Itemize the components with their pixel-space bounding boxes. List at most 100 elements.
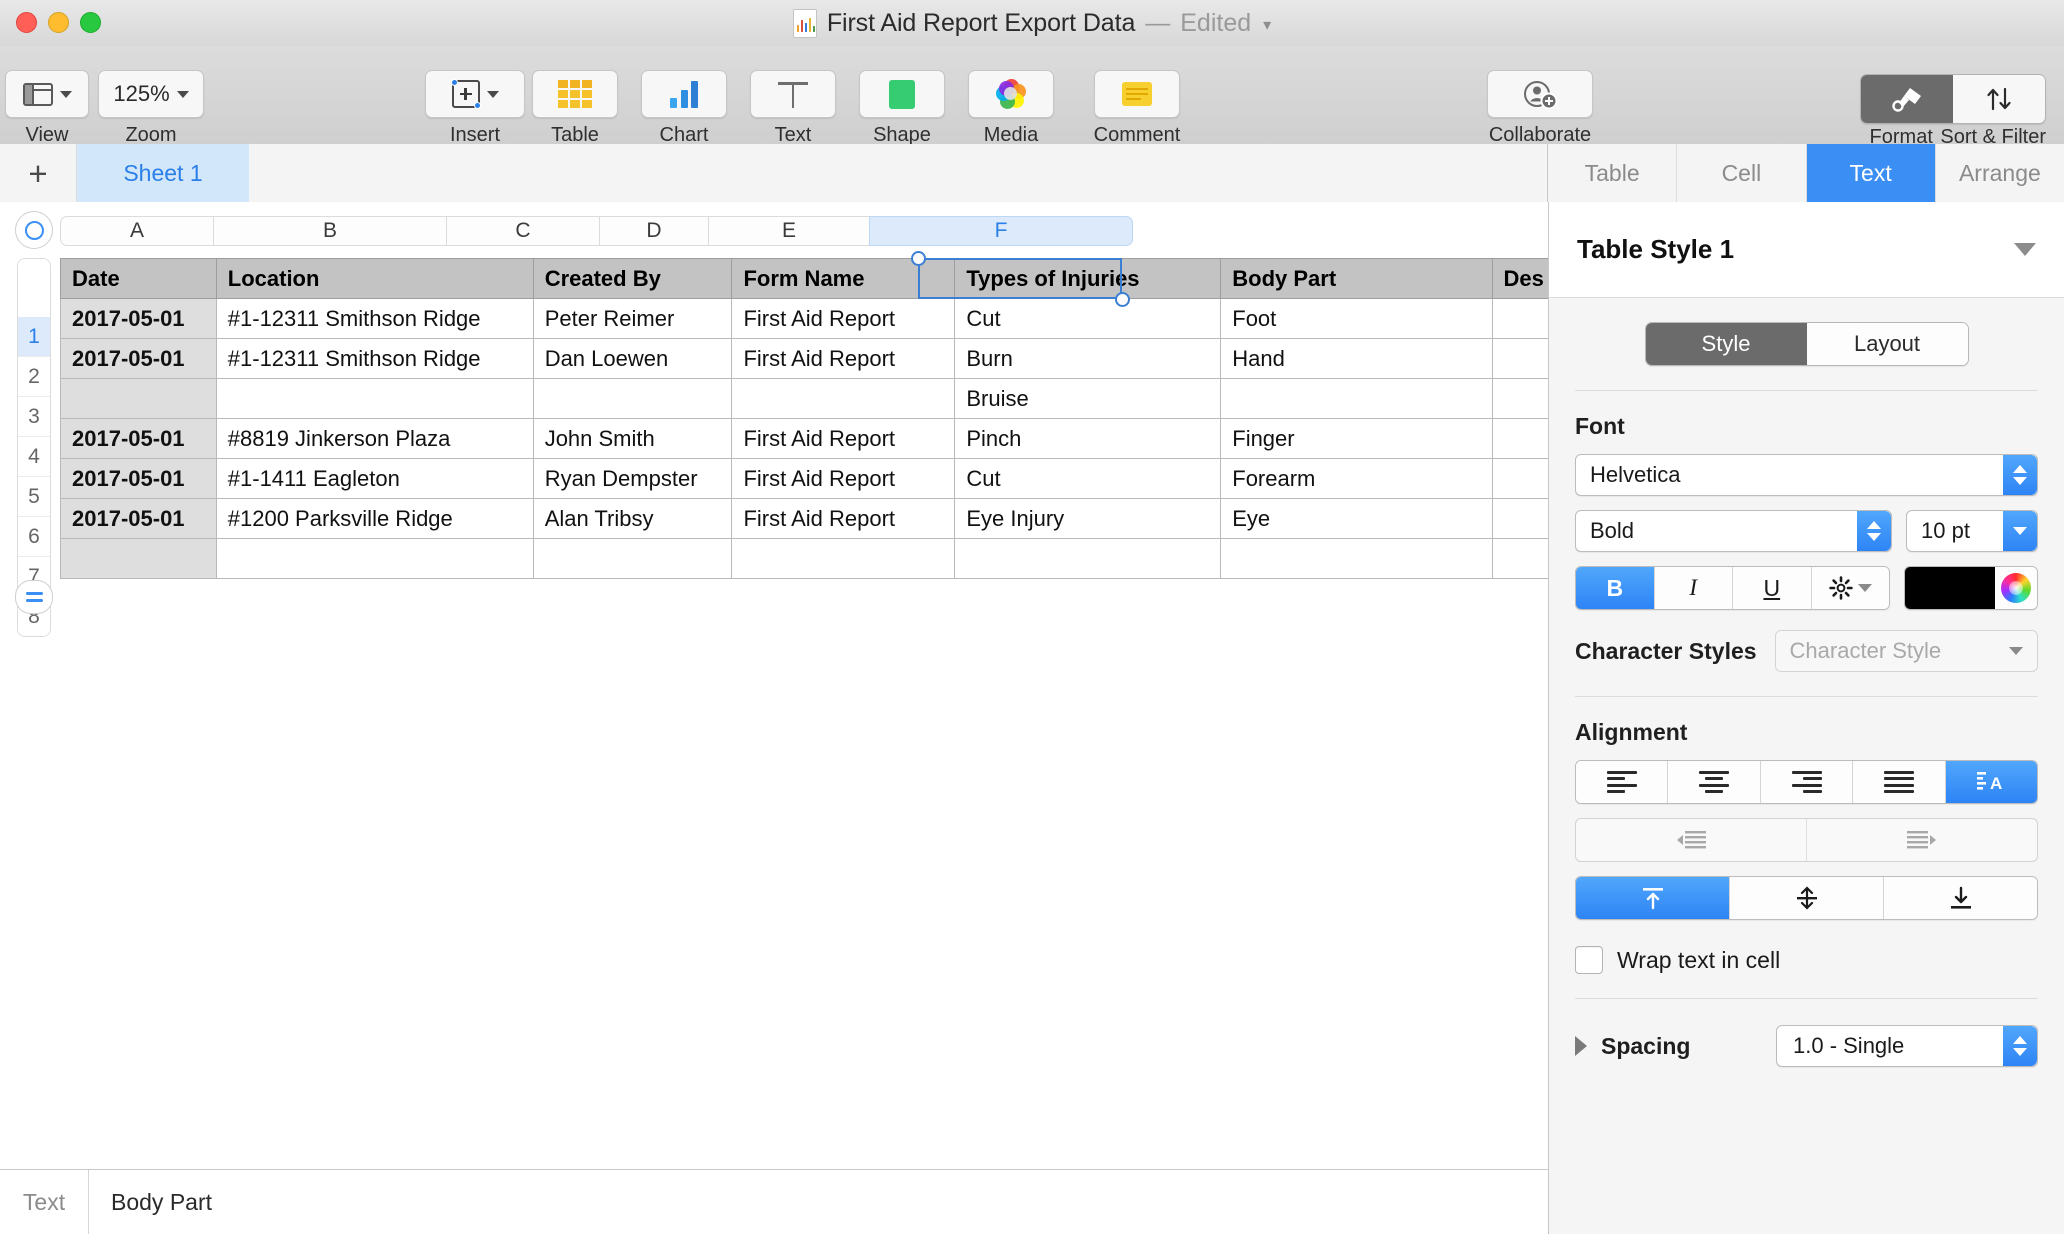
- cell-a2[interactable]: 2017-05-01: [60, 298, 217, 339]
- table-row[interactable]: 2017-05-01 #1200 Parksville Ridge Alan T…: [60, 498, 1548, 539]
- cell-f5[interactable]: Finger: [1220, 418, 1493, 459]
- cell-a6[interactable]: 2017-05-01: [60, 458, 217, 499]
- bold-button[interactable]: B: [1576, 567, 1655, 609]
- wrap-text-row[interactable]: Wrap text in cell: [1575, 946, 2038, 974]
- cell-b4[interactable]: [215, 378, 534, 419]
- underline-button[interactable]: U: [1733, 567, 1812, 609]
- row-header-2[interactable]: 2: [18, 357, 50, 397]
- font-size-select[interactable]: 10 pt: [1906, 510, 2038, 552]
- column-header-c[interactable]: C: [446, 216, 599, 246]
- cell-b8[interactable]: [215, 538, 534, 579]
- cell-e8[interactable]: [954, 538, 1222, 579]
- tab-cell[interactable]: Cell: [1677, 144, 1807, 202]
- cell-e7[interactable]: Eye Injury: [954, 498, 1222, 539]
- cell-c7[interactable]: Alan Tribsy: [532, 498, 733, 539]
- tab-style[interactable]: Style: [1645, 323, 1807, 365]
- align-auto-button[interactable]: A: [1945, 761, 2037, 803]
- row-header-5[interactable]: 5: [18, 477, 50, 517]
- cell-d3[interactable]: First Aid Report: [731, 338, 956, 379]
- tab-text[interactable]: Text: [1806, 144, 1936, 202]
- chart-button[interactable]: Chart: [631, 70, 737, 147]
- table-button[interactable]: Table: [522, 70, 628, 147]
- line-spacing-select[interactable]: 1.0 - Single: [1776, 1025, 2038, 1067]
- tab-table[interactable]: Table: [1548, 144, 1678, 202]
- cell-g3[interactable]: [1491, 338, 1548, 379]
- align-justify-button[interactable]: [1853, 761, 1946, 803]
- column-header-a[interactable]: A: [60, 216, 213, 246]
- column-head-body-part[interactable]: Body Part: [1220, 258, 1493, 299]
- character-style-select[interactable]: Character Style: [1774, 630, 2038, 672]
- row-header-1[interactable]: 1: [18, 317, 50, 357]
- wrap-text-checkbox[interactable]: [1575, 946, 1603, 974]
- cell-a4[interactable]: [60, 378, 217, 419]
- table-row[interactable]: [60, 538, 1548, 579]
- tab-arrange[interactable]: Arrange: [1936, 144, 2064, 202]
- table-row[interactable]: 2017-05-01 #1-12311 Smithson Ridge Dan L…: [60, 338, 1548, 379]
- align-center-button[interactable]: [1668, 761, 1761, 803]
- cell-c2[interactable]: Peter Reimer: [532, 298, 733, 339]
- align-right-button[interactable]: [1760, 761, 1854, 803]
- selection-handle-bottom-right[interactable]: [1115, 292, 1130, 307]
- shape-button[interactable]: Shape: [849, 70, 955, 147]
- cell-e4[interactable]: Bruise: [954, 378, 1222, 419]
- cell-content-field[interactable]: Body Part: [89, 1170, 1548, 1234]
- stepper-icon[interactable]: [1857, 511, 1891, 551]
- italic-button[interactable]: I: [1654, 567, 1733, 609]
- comment-button[interactable]: Comment: [1067, 70, 1207, 147]
- table-select-handle[interactable]: [15, 211, 53, 249]
- cell-a5[interactable]: 2017-05-01: [60, 418, 217, 459]
- cell-f6[interactable]: Forearm: [1220, 458, 1493, 499]
- collaborate-button[interactable]: Collaborate: [1440, 70, 1640, 147]
- chevron-down-icon[interactable]: ▾: [1263, 15, 1271, 35]
- cell-c3[interactable]: Dan Loewen: [532, 338, 733, 379]
- text-options-button[interactable]: [1811, 567, 1889, 609]
- cell-f2[interactable]: Foot: [1220, 298, 1493, 339]
- cell-d5[interactable]: First Aid Report: [731, 418, 956, 459]
- increase-indent-button[interactable]: [1807, 819, 2037, 861]
- column-head-created-by[interactable]: Created By: [532, 258, 733, 299]
- decrease-indent-button[interactable]: [1576, 819, 1807, 861]
- view-button[interactable]: View: [5, 70, 89, 147]
- media-button[interactable]: Media: [958, 70, 1064, 147]
- table-row[interactable]: 2017-05-01 #8819 Jinkerson Plaza John Sm…: [60, 418, 1548, 459]
- cell-c4[interactable]: [532, 378, 733, 419]
- align-left-button[interactable]: [1576, 761, 1669, 803]
- sheet-tab-sheet-1[interactable]: Sheet 1: [77, 144, 249, 202]
- chevron-down-icon[interactable]: [2003, 511, 2037, 551]
- cell-d7[interactable]: First Aid Report: [731, 498, 956, 539]
- zoom-button[interactable]: 125% Zoom: [96, 70, 206, 147]
- format-button[interactable]: [1861, 75, 1953, 123]
- text-color-swatch[interactable]: [1905, 567, 1995, 609]
- disclosure-triangle-icon[interactable]: [1575, 1036, 1587, 1056]
- cell-f4[interactable]: [1220, 378, 1493, 419]
- cell-b3[interactable]: #1-12311 Smithson Ridge: [215, 338, 534, 379]
- add-rows-handle[interactable]: [15, 580, 53, 614]
- cell-a8[interactable]: [60, 538, 217, 579]
- stepper-icon[interactable]: [2003, 455, 2037, 495]
- cell-d2[interactable]: First Aid Report: [731, 298, 956, 339]
- cell-e6[interactable]: Cut: [954, 458, 1222, 499]
- cell-g6[interactable]: [1491, 458, 1548, 499]
- sort-filter-button[interactable]: [1953, 75, 2045, 123]
- insert-button[interactable]: Insert: [420, 70, 530, 147]
- column-header-b[interactable]: B: [213, 216, 446, 246]
- cell-f7[interactable]: Eye: [1220, 498, 1493, 539]
- cell-f8[interactable]: [1220, 538, 1493, 579]
- color-wheel-button[interactable]: [1995, 567, 2037, 609]
- cell-g4[interactable]: [1491, 378, 1548, 419]
- font-family-select[interactable]: Helvetica: [1575, 454, 2038, 496]
- cell-a7[interactable]: 2017-05-01: [60, 498, 217, 539]
- stepper-icon[interactable]: [2003, 1026, 2037, 1066]
- cell-b7[interactable]: #1200 Parksville Ridge: [215, 498, 534, 539]
- cell-g7[interactable]: [1491, 498, 1548, 539]
- cell-e2[interactable]: Cut: [954, 298, 1222, 339]
- cell-e3[interactable]: Burn: [954, 338, 1222, 379]
- column-head-location[interactable]: Location: [215, 258, 534, 299]
- table-row[interactable]: Bruise: [60, 378, 1548, 419]
- column-header-d[interactable]: D: [599, 216, 708, 246]
- column-head-description[interactable]: Des: [1491, 258, 1548, 299]
- column-header-e[interactable]: E: [708, 216, 869, 246]
- cell-d4[interactable]: [731, 378, 956, 419]
- table-row[interactable]: 2017-05-01 #1-12311 Smithson Ridge Peter…: [60, 298, 1548, 339]
- column-head-date[interactable]: Date: [60, 258, 217, 299]
